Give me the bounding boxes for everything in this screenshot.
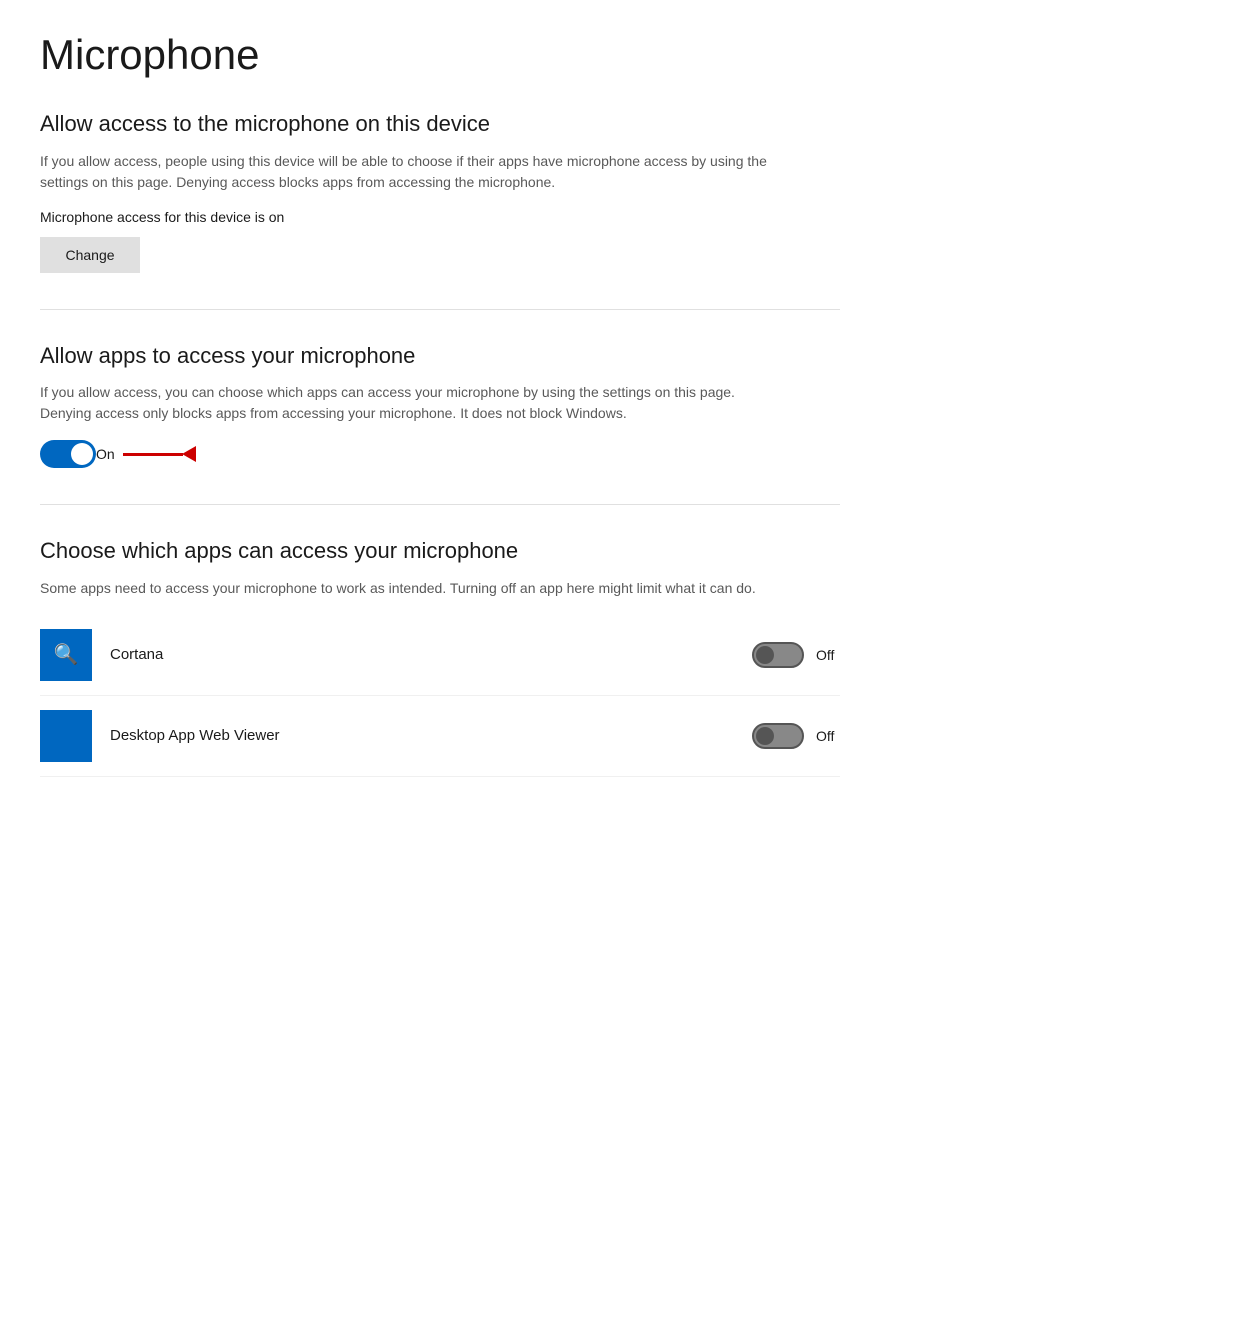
section-device-access: Allow access to the microphone on this d… [40, 110, 1216, 273]
page-title: Microphone [40, 32, 1216, 78]
desktop-app-web-viewer-icon [40, 710, 92, 762]
list-item: 🔍 Cortana Off [40, 615, 840, 696]
desktop-app-toggle-thumb [756, 727, 774, 745]
section-apps-access-description: If you allow access, you can choose whic… [40, 382, 780, 424]
cortana-app-name: Cortana [110, 646, 752, 663]
search-icon: 🔍 [54, 642, 79, 667]
cortana-toggle-label: Off [816, 647, 840, 663]
divider-2 [40, 504, 840, 505]
section-choose-apps-heading: Choose which apps can access your microp… [40, 537, 1216, 566]
apps-access-toggle-label: On [96, 446, 115, 462]
device-access-status: Microphone access for this device is on [40, 209, 1216, 225]
cortana-app-icon: 🔍 [40, 629, 92, 681]
desktop-app-toggle[interactable] [752, 723, 804, 749]
cortana-toggle[interactable] [752, 642, 804, 668]
apps-access-toggle-row: On [40, 440, 1216, 468]
square-icon [63, 724, 69, 747]
section-device-access-heading: Allow access to the microphone on this d… [40, 110, 1216, 139]
cortana-toggle-thumb [756, 646, 774, 664]
change-button[interactable]: Change [40, 237, 140, 273]
arrow-annotation [123, 446, 196, 462]
section-choose-apps: Choose which apps can access your microp… [40, 537, 1216, 777]
desktop-app-toggle-label: Off [816, 728, 840, 744]
divider-1 [40, 309, 840, 310]
section-apps-access: Allow apps to access your microphone If … [40, 342, 1216, 469]
app-list: 🔍 Cortana Off Desktop App Web Viewer Off [40, 615, 840, 777]
apps-access-toggle[interactable] [40, 440, 96, 468]
section-device-access-description: If you allow access, people using this d… [40, 151, 780, 193]
section-choose-apps-description: Some apps need to access your microphone… [40, 578, 780, 599]
cortana-toggle-area[interactable]: Off [752, 642, 840, 668]
desktop-app-web-viewer-name: Desktop App Web Viewer [110, 727, 752, 744]
section-apps-access-heading: Allow apps to access your microphone [40, 342, 1216, 371]
desktop-app-toggle-area[interactable]: Off [752, 723, 840, 749]
list-item: Desktop App Web Viewer Off [40, 696, 840, 777]
